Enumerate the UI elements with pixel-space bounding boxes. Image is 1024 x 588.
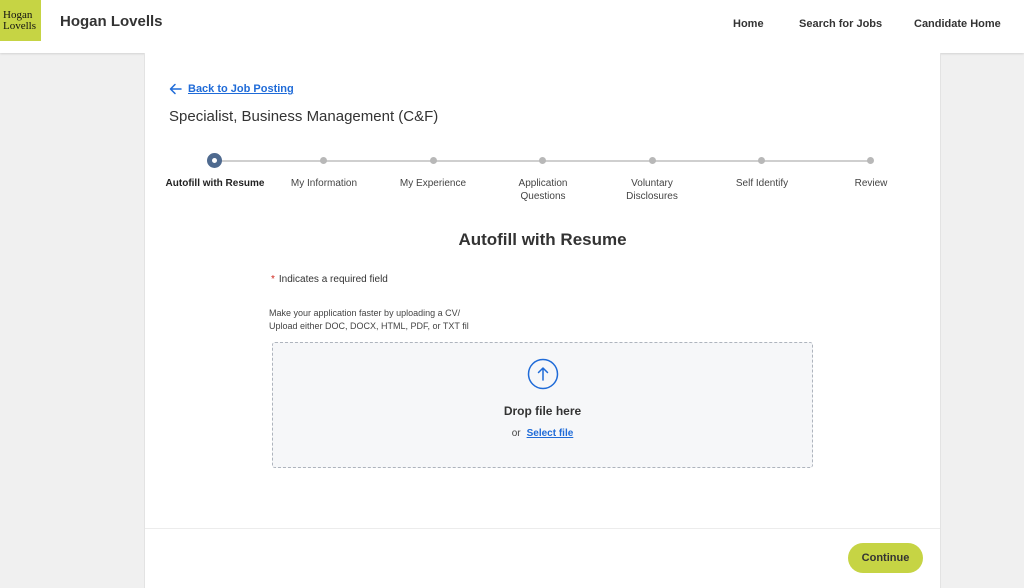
back-to-job-label: Back to Job Posting — [188, 83, 294, 95]
step-marker-autofill — [207, 153, 222, 168]
section-title: Autofill with Resume — [458, 230, 627, 249]
instructions-line-2: Upload either DOC, DOCX, HTML, PDF, or T… — [269, 321, 469, 331]
step-marker-self-identify — [758, 157, 765, 164]
step-marker-review — [867, 157, 874, 164]
top-bar: Hogan Lovells Hogan Lovells Home Search … — [0, 0, 1024, 53]
nav-search-jobs[interactable]: Search for Jobs — [799, 18, 882, 30]
required-text: Indicates a required field — [278, 274, 388, 285]
back-to-job-link[interactable]: Back to Job Posting — [169, 83, 294, 95]
step-marker-voluntary-disclosures — [649, 157, 656, 164]
select-file-line: or Select file — [273, 428, 812, 439]
nav-candidate-home[interactable]: Candidate Home — [914, 18, 1001, 30]
job-title: Specialist, Business Management (C&F) — [169, 108, 439, 125]
instructions-line-1: Make your application faster by uploadin… — [269, 308, 461, 318]
logo-text-line1: Hogan — [3, 8, 33, 21]
step-marker-my-experience — [430, 157, 437, 164]
file-drop-zone[interactable]: Drop file here or Select file — [272, 342, 813, 468]
company-logo[interactable]: Hogan Lovells — [0, 0, 41, 41]
step-label-voluntary-disclosures: Voluntary Disclosures — [626, 178, 678, 202]
step-marker-my-information — [320, 157, 327, 164]
step-label-self-identify: Self Identify — [735, 178, 789, 189]
step-label-my-experience: My Experience — [399, 178, 467, 189]
required-star: * — [271, 274, 275, 285]
step-label-autofill: Autofill with Resume — [165, 178, 265, 189]
logo-text-line2: Lovells — [3, 19, 36, 32]
step-label-review: Review — [854, 178, 888, 189]
brand-name: Hogan Lovells — [60, 13, 163, 30]
arrow-left-icon — [169, 83, 182, 95]
application-panel: Back to Job Posting Specialist, Business… — [144, 53, 941, 588]
drop-file-text: Drop file here — [503, 404, 582, 418]
step-marker-application-questions — [539, 157, 546, 164]
step-label-application-questions: Application Questions — [518, 178, 568, 202]
nav-home[interactable]: Home — [733, 18, 764, 30]
or-text: or — [511, 428, 521, 439]
upload-arrow-icon — [527, 358, 559, 390]
required-field-note: * Indicates a required field — [271, 274, 388, 285]
step-label-my-information: My Information — [290, 178, 358, 189]
footer-divider — [145, 528, 940, 529]
select-file-link[interactable]: Select file — [527, 428, 574, 439]
upload-instructions: Make your application faster by uploadin… — [269, 307, 469, 333]
continue-button[interactable]: Continue — [848, 543, 923, 573]
